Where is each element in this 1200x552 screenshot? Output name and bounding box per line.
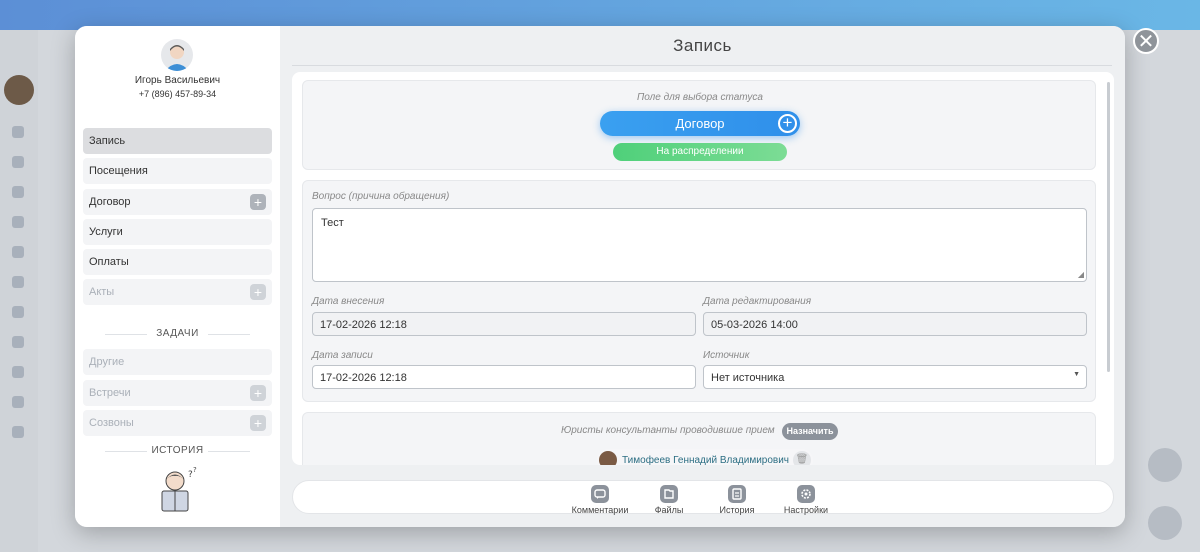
history-icon bbox=[728, 485, 746, 503]
add-contract-plus-icon[interactable]: + bbox=[250, 194, 266, 210]
menu-item-label: Услуги bbox=[89, 226, 123, 238]
form-scroll-area[interactable]: Поле для выбора статуса Договор + На рас… bbox=[292, 72, 1114, 465]
files-button[interactable]: Файлы bbox=[634, 485, 704, 515]
plus-icon[interactable]: + bbox=[778, 114, 797, 133]
add-call-plus-icon[interactable]: + bbox=[250, 415, 266, 431]
close-icon: ✕ bbox=[1137, 31, 1155, 53]
client-name: Игорь Васильевич bbox=[134, 75, 221, 86]
reading-person-icon: ? ? bbox=[161, 467, 197, 512]
background-menu-icon bbox=[12, 156, 24, 168]
date-edited-field: 05-03-2026 14:00 bbox=[703, 312, 1087, 336]
menu-item-record[interactable]: Запись bbox=[83, 128, 272, 154]
question-label: Вопрос (причина обращения) bbox=[312, 191, 450, 202]
history-heading: ИСТОРИЯ bbox=[75, 445, 280, 456]
source-value: Нет источника bbox=[711, 372, 785, 384]
substatus-badge[interactable]: На распределении bbox=[613, 143, 787, 161]
background-menu-icon bbox=[12, 426, 24, 438]
date-created-field: 17-02-2026 12:18 bbox=[312, 312, 696, 336]
menu-item-services[interactable]: Услуги bbox=[83, 219, 272, 245]
scrollbar[interactable] bbox=[1107, 82, 1110, 372]
add-act-plus-icon[interactable]: + bbox=[250, 284, 266, 300]
background-fab bbox=[1148, 506, 1182, 540]
status-select-button[interactable]: Договор + bbox=[600, 111, 800, 136]
menu-item-visits[interactable]: Посещения bbox=[83, 158, 272, 184]
menu-item-label: Другие bbox=[89, 356, 125, 368]
menu-item-label: Договор bbox=[89, 196, 131, 208]
record-content: Запись Поле для выбора статуса Договор +… bbox=[280, 26, 1125, 527]
menu-item-label: Созвоны bbox=[89, 417, 134, 429]
background-avatar bbox=[4, 75, 34, 105]
title-divider bbox=[292, 65, 1112, 66]
status-card: Поле для выбора статуса Договор + На рас… bbox=[302, 80, 1096, 170]
record-modal: Игорь Васильевич +7 (896) 457-89-34 Запи… bbox=[75, 26, 1125, 527]
source-label: Источник bbox=[703, 350, 750, 361]
background-menu-icon bbox=[12, 186, 24, 198]
menu-item-label: Акты bbox=[89, 286, 115, 298]
trash-icon[interactable]: 🗑 bbox=[793, 451, 812, 465]
add-meeting-plus-icon[interactable]: + bbox=[250, 385, 266, 401]
record-form-card: Вопрос (причина обращения) Тест ◢ Дата в… bbox=[302, 180, 1096, 402]
background-menu-icon bbox=[12, 276, 24, 288]
source-select[interactable]: Нет источника ▼ bbox=[703, 365, 1087, 389]
question-textarea[interactable]: Тест ◢ bbox=[312, 208, 1087, 282]
menu-item-label: Запись bbox=[89, 135, 126, 147]
svg-text:?: ? bbox=[193, 467, 197, 474]
menu-item-label: Оплаты bbox=[89, 256, 129, 268]
bottom-bar-label: Настройки bbox=[783, 505, 829, 515]
background-menu-icon bbox=[12, 216, 24, 228]
bottom-bar-label: Комментарии bbox=[571, 505, 629, 515]
date-created-label: Дата внесения bbox=[312, 296, 385, 307]
lawyer-name[interactable]: Тимофеев Геннадий Владимирович bbox=[622, 455, 789, 466]
close-modal-button[interactable]: ✕ bbox=[1133, 28, 1159, 54]
background-fab bbox=[1148, 448, 1182, 482]
background-menu-icon bbox=[12, 366, 24, 378]
date-edited-value: 05-03-2026 14:00 bbox=[711, 319, 798, 331]
settings-button[interactable]: Настройки bbox=[771, 485, 841, 515]
background-menu-icon bbox=[12, 336, 24, 348]
menu-item-other-tasks[interactable]: Другие bbox=[83, 349, 272, 375]
lawyer-chip: Тимофеев Геннадий Владимирович 🗑 bbox=[597, 449, 814, 466]
date-record-value: 17-02-2026 12:18 bbox=[320, 372, 407, 384]
menu-item-payments[interactable]: Оплаты bbox=[83, 249, 272, 275]
caret-down-icon: ▼ bbox=[1073, 371, 1080, 378]
comment-icon bbox=[591, 485, 609, 503]
assign-button[interactable]: Назначить bbox=[782, 423, 838, 440]
menu-item-label: Посещения bbox=[89, 165, 148, 177]
tasks-heading: ЗАДАЧИ bbox=[75, 328, 280, 339]
page-title: Запись bbox=[673, 36, 732, 55]
bottom-bar-label: Файлы bbox=[654, 505, 684, 515]
menu-item-meetings[interactable]: Встречи + bbox=[83, 380, 272, 406]
menu-item-calls[interactable]: Созвоны + bbox=[83, 410, 272, 436]
client-avatar bbox=[161, 39, 193, 71]
date-created-value: 17-02-2026 12:18 bbox=[320, 319, 407, 331]
client-phone: +7 (896) 457-89-34 bbox=[138, 89, 217, 99]
bottom-action-bar: Комментарии Файлы История Настройки bbox=[292, 480, 1114, 515]
menu-item-acts[interactable]: Акты + bbox=[83, 279, 272, 305]
status-field-label: Поле для выбора статуса bbox=[637, 92, 763, 103]
lawyers-label: Юристы консультанты проводившие прием bbox=[561, 425, 775, 436]
bottom-bar-label: История bbox=[719, 505, 755, 515]
background-menu-icon bbox=[12, 306, 24, 318]
history-button[interactable]: История bbox=[702, 485, 772, 515]
date-edited-label: Дата редактирования bbox=[703, 296, 812, 307]
menu-item-contract[interactable]: Договор + bbox=[83, 189, 272, 215]
lawyers-card: Юристы консультанты проводившие прием На… bbox=[302, 412, 1096, 465]
resize-handle-icon[interactable]: ◢ bbox=[1078, 270, 1084, 279]
status-label: Договор bbox=[675, 116, 725, 131]
question-value: Тест bbox=[321, 217, 344, 229]
comments-button[interactable]: Комментарии bbox=[565, 485, 635, 515]
user-avatar-icon bbox=[165, 45, 189, 71]
background-menu-icon bbox=[12, 396, 24, 408]
lawyer-avatar bbox=[599, 451, 617, 465]
background-menu-icon bbox=[12, 126, 24, 138]
files-icon bbox=[660, 485, 678, 503]
background-sidebar bbox=[0, 30, 38, 552]
date-record-label: Дата записи bbox=[312, 350, 373, 361]
settings-icon bbox=[797, 485, 815, 503]
date-record-field[interactable]: 17-02-2026 12:18 bbox=[312, 365, 696, 389]
menu-item-label: Встречи bbox=[89, 387, 131, 399]
modal-sidebar: Игорь Васильевич +7 (896) 457-89-34 Запи… bbox=[75, 26, 280, 527]
background-menu-icon bbox=[12, 246, 24, 258]
